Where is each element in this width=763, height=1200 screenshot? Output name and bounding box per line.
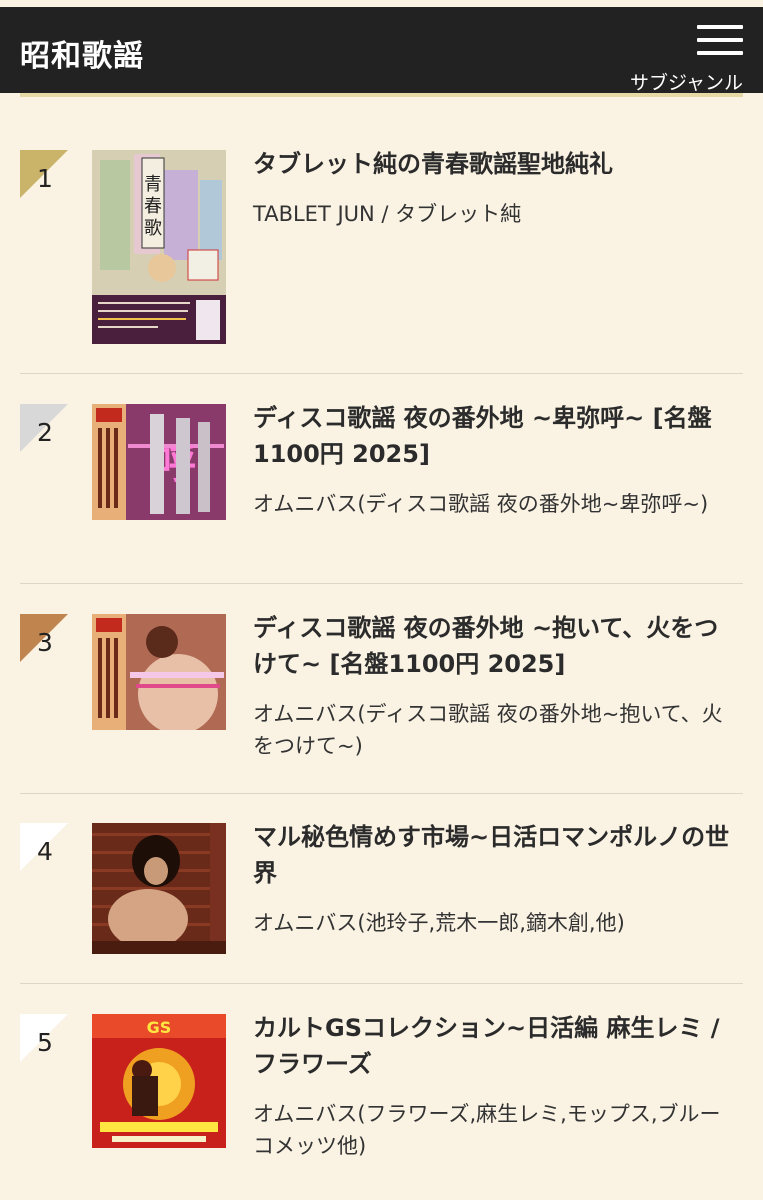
rank-number: 1 [37,164,53,193]
album-title-link[interactable]: カルトGSコレクション~日活編 麻生レミ / フラワーズ [253,1010,738,1082]
album-title-link[interactable]: ディスコ歌謡 夜の番外地 ~抱いて、火をつけて~ [名盤1100円 2025] [253,610,738,682]
rank-number: 2 [37,418,53,447]
album-title-link[interactable]: タブレット純の青春歌謡聖地純礼 [253,146,738,182]
artist-link[interactable]: オムニバス(フラワーズ,麻生レミ,モップス,ブルーコメッツ他) [253,1098,738,1162]
page-title: 昭和歌謡 [20,39,144,74]
artist-link[interactable]: オムニバス(ディスコ歌謡 夜の番外地~卑弥呼~) [253,488,738,520]
artist-link[interactable]: オムニバス(池玲子,荒木一郎,鏑木創,他) [253,907,738,939]
album-title-link[interactable]: マル秘色情めす市場~日活ロマンポルノの世界 [253,819,738,891]
rank-number: 4 [37,837,53,866]
rank-number: 5 [37,1028,53,1057]
rank-badge: 3 [20,614,68,662]
album-cover-image[interactable]: 呼 [92,404,226,520]
header-divider [20,93,743,97]
album-cover-image[interactable]: GS [92,1014,226,1148]
album-title-link[interactable]: ディスコ歌謡 夜の番外地 ~卑弥呼~ [名盤1100円 2025] [253,400,738,472]
artist-link[interactable]: オムニバス(ディスコ歌謡 夜の番外地~抱いて、火をつけて~) [253,698,738,762]
svg-text:歌: 歌 [144,218,162,239]
hamburger-menu-icon[interactable] [697,25,743,55]
divider [20,373,743,374]
artist-link[interactable]: TABLET JUN / タブレット純 [253,198,738,230]
divider [20,983,743,984]
subgenre-menu-label[interactable]: サブジャンル [630,68,743,95]
album-cover-image[interactable] [92,614,226,730]
rank-badge: 4 [20,823,68,871]
rank-badge: 1 [20,150,68,198]
svg-text:青: 青 [144,174,162,195]
svg-text:春: 春 [144,196,162,217]
album-cover-image[interactable] [92,823,226,954]
divider [20,793,743,794]
rank-number: 3 [37,628,53,657]
rank-badge: 2 [20,404,68,452]
rank-badge: 5 [20,1014,68,1062]
divider [20,583,743,584]
svg-text:GS: GS [147,1018,172,1037]
app-header: 昭和歌謡 サブジャンル [0,7,763,94]
album-cover-image[interactable]: 青 春 歌 [92,150,226,344]
subgenre-menu-button[interactable]: サブジャンル [619,21,743,94]
